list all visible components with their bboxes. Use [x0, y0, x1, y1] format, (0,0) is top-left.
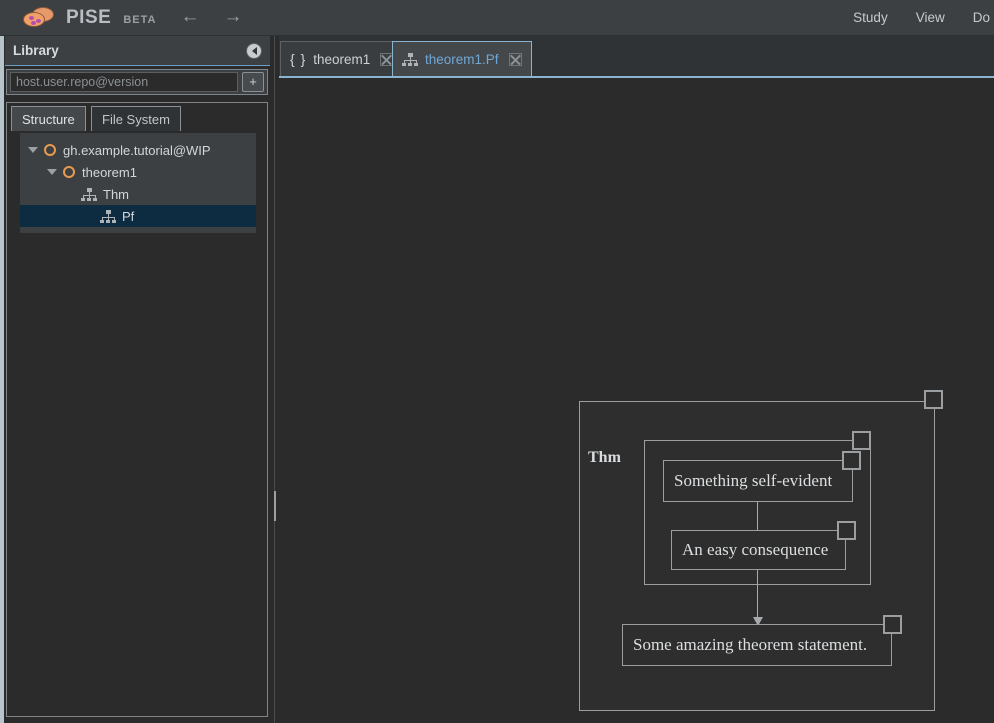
library-tab-panel: Structure File System gh.example.tutoria… — [6, 102, 268, 717]
hierarchy-icon — [402, 52, 418, 66]
editor-tab-theorem1-pf[interactable]: theorem1.Pf — [392, 41, 532, 76]
braces-icon: { } — [290, 51, 307, 67]
tab-file-system[interactable]: File System — [91, 106, 181, 131]
panel-splitter[interactable] — [271, 36, 279, 723]
hierarchy-icon — [100, 209, 116, 223]
editor-tab-label: theorem1.Pf — [425, 51, 499, 67]
add-repo-button[interactable]: + — [242, 72, 264, 92]
library-header: Library — [5, 36, 270, 66]
menu-bar: Study View Do — [853, 10, 994, 25]
tree-item-label: Thm — [103, 186, 129, 202]
menu-item-study[interactable]: Study — [853, 10, 888, 25]
tree-item-repo[interactable]: gh.example.tutorial@WIP — [20, 139, 256, 161]
resize-handle-subproof[interactable] — [852, 431, 871, 450]
pizza-logo-icon — [22, 6, 56, 29]
library-title: Library — [13, 43, 59, 58]
app-title: PISE — [66, 6, 112, 28]
tab-structure[interactable]: Structure — [11, 106, 86, 131]
module-ring-icon — [63, 166, 75, 178]
main-area: { } theorem1 theorem1.Pf Thm Something s… — [279, 36, 994, 723]
tree-item-label: theorem1 — [82, 164, 137, 180]
top-bar: PISE BETA ← → Study View Do — [0, 0, 994, 36]
module-ring-icon — [44, 144, 56, 156]
collapse-panel-icon[interactable] — [246, 42, 262, 59]
repo-input[interactable] — [10, 72, 238, 92]
diagram-node-2-label: An easy consequence — [682, 540, 829, 559]
repo-input-row: + — [6, 69, 268, 95]
tree-item-pf[interactable]: Pf — [20, 205, 256, 227]
menu-item-view[interactable]: View — [916, 10, 945, 25]
diagram-arrow-2 — [757, 570, 758, 624]
editor-tab-bar: { } theorem1 theorem1.Pf — [279, 36, 994, 78]
tree-item-theorem1[interactable]: theorem1 — [20, 161, 256, 183]
resize-handle-node-1[interactable] — [842, 451, 861, 470]
resize-handle-node-3[interactable] — [883, 615, 902, 634]
close-icon[interactable] — [508, 52, 522, 66]
structure-tree: gh.example.tutorial@WIP theorem1 Thm Pf — [20, 133, 256, 233]
sidebar-left-edge — [0, 36, 4, 723]
diagram-outer-label: Thm — [588, 449, 621, 466]
editor-tab-theorem1[interactable]: { } theorem1 — [280, 41, 404, 76]
tree-item-thm[interactable]: Thm — [20, 183, 256, 205]
hierarchy-icon — [81, 187, 97, 201]
proof-diagram-canvas[interactable]: Thm Something self-evident An easy conse… — [279, 78, 994, 723]
library-subtabs: Structure File System — [11, 106, 267, 131]
nav-back-icon[interactable]: ← — [180, 7, 199, 28]
diagram-node-1-label: Something self-evident — [674, 471, 833, 490]
resize-handle-thm[interactable] — [924, 390, 943, 409]
diagram-node-3-label: Some amazing theorem statement. — [633, 635, 868, 654]
editor-tab-label: theorem1 — [313, 51, 371, 67]
nav-forward-icon[interactable]: → — [223, 7, 242, 28]
tree-item-label: Pf — [122, 208, 135, 224]
beta-badge: BETA — [123, 13, 157, 26]
resize-handle-node-2[interactable] — [837, 521, 856, 540]
menu-item-do[interactable]: Do — [973, 10, 990, 25]
splitter-line — [274, 36, 275, 723]
chevron-down-icon[interactable] — [47, 169, 57, 175]
splitter-grip[interactable] — [274, 491, 276, 521]
sidebar: Library + Structure File System gh.examp… — [0, 36, 275, 723]
chevron-down-icon[interactable] — [28, 147, 38, 153]
brand: PISE BETA ← → — [0, 6, 242, 29]
tree-item-label: gh.example.tutorial@WIP — [63, 142, 211, 158]
